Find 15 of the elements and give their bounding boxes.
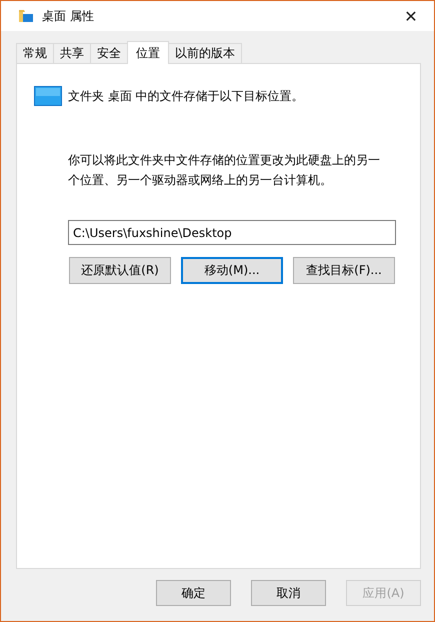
action-button[interactable]: 查找目标(F)... xyxy=(293,257,395,284)
tab[interactable]: 常规 xyxy=(16,43,54,63)
tab[interactable]: 以前的版本 xyxy=(168,43,242,63)
window-title: 桌面 属性 xyxy=(42,8,95,24)
close-button[interactable]: ✕ xyxy=(388,1,434,31)
action-button[interactable]: 还原默认值(R) xyxy=(69,257,171,284)
folder-icon xyxy=(18,9,34,23)
dialog-button[interactable]: 取消 xyxy=(251,580,326,606)
tab[interactable]: 位置 xyxy=(127,41,169,64)
path-field[interactable]: C:\Users\fuxshine\Desktop xyxy=(68,220,396,245)
description-text: 你可以将此文件夹中文件存储的位置更改为此硬盘上的另一个位置、另一个驱动器或网络上的另一台计算机。 xyxy=(68,152,381,189)
desktop-icon xyxy=(34,86,62,106)
dialog-button[interactable]: 确定 xyxy=(156,580,231,606)
location-text: 文件夹 桌面 中的文件存储于以下目标位置。 xyxy=(68,88,304,104)
action-button[interactable]: 移动(M)... xyxy=(181,257,283,284)
